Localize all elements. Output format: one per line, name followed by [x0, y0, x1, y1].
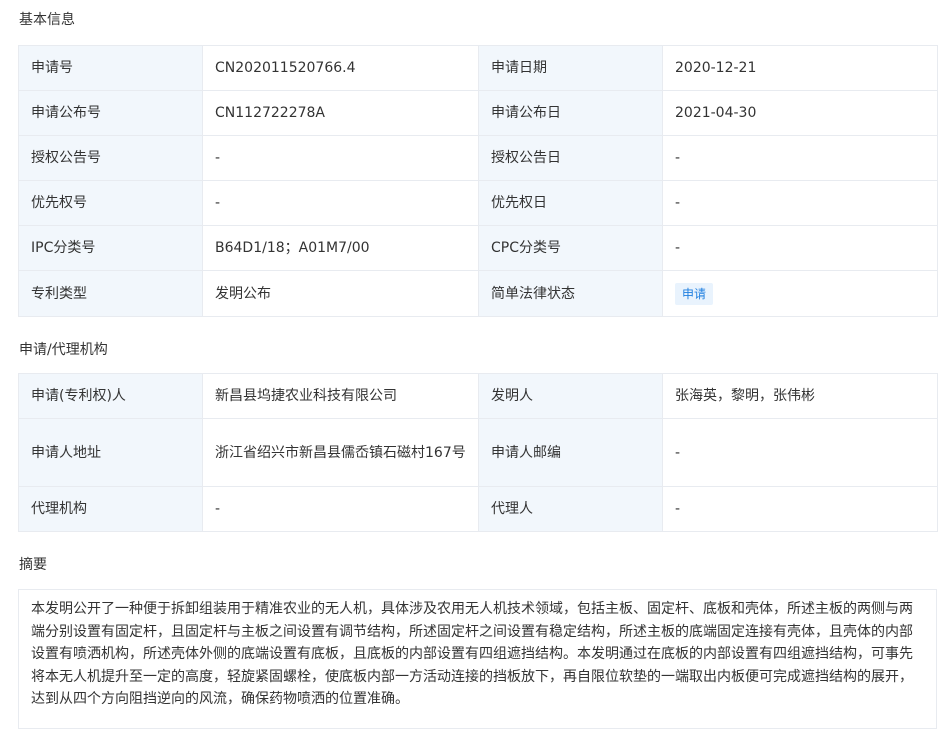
table-row: 代理机构 - 代理人 - — [18, 486, 938, 532]
section-title-agency: 申请/代理机构 — [19, 342, 108, 358]
agent-label: 代理人 — [478, 486, 663, 532]
application-date-label: 申请日期 — [478, 45, 663, 91]
agency-value: - — [202, 486, 479, 532]
applicant-zip-value: - — [662, 418, 938, 487]
legal-status-cell: 申请 — [662, 270, 938, 317]
cpc-class-value: - — [662, 225, 938, 271]
applicant-address-value: 浙江省绍兴市新昌县儒岙镇石磁村167号 — [202, 418, 479, 487]
publication-number-label: 申请公布号 — [18, 90, 203, 136]
table-row: 授权公告号 - 授权公告日 - — [18, 135, 938, 181]
patent-type-label: 专利类型 — [18, 270, 203, 317]
table-row: 申请(专利权)人 新昌县坞捷农业科技有限公司 发明人 张海英，黎明，张伟彬 — [18, 373, 938, 419]
agency-label: 代理机构 — [18, 486, 203, 532]
ipc-class-label: IPC分类号 — [18, 225, 203, 271]
publication-number-value: CN112722278A — [202, 90, 479, 136]
grant-date-label: 授权公告日 — [478, 135, 663, 181]
patent-type-value: 发明公布 — [202, 270, 479, 317]
legal-status-badge: 申请 — [675, 282, 714, 305]
applicant-label: 申请(专利权)人 — [18, 373, 203, 419]
basic-info-table: 申请号 CN202011520766.4 申请日期 2020-12-21 申请公… — [18, 45, 938, 317]
inventor-label: 发明人 — [478, 373, 663, 419]
section-title-abstract: 摘要 — [19, 557, 47, 573]
table-row: 申请人地址 浙江省绍兴市新昌县儒岙镇石磁村167号 申请人邮编 - — [18, 418, 938, 487]
table-row: 优先权号 - 优先权日 - — [18, 180, 938, 226]
applicant-zip-label: 申请人邮编 — [478, 418, 663, 487]
table-row: 申请公布号 CN112722278A 申请公布日 2021-04-30 — [18, 90, 938, 136]
priority-number-value: - — [202, 180, 479, 226]
table-row: 申请号 CN202011520766.4 申请日期 2020-12-21 — [18, 45, 938, 91]
table-row: IPC分类号 B64D1/18；A01M7/00 CPC分类号 - — [18, 225, 938, 271]
cpc-class-label: CPC分类号 — [478, 225, 663, 271]
abstract-text: 本发明公开了一种便于拆卸组装用于精准农业的无人机，具体涉及农用无人机技术领域，包… — [18, 589, 937, 729]
applicant-link[interactable]: 新昌县坞捷农业科技有限公司 — [202, 373, 479, 419]
inventor-value: 张海英，黎明，张伟彬 — [662, 373, 938, 419]
publication-date-label: 申请公布日 — [478, 90, 663, 136]
grant-number-value: - — [202, 135, 479, 181]
grant-date-value: - — [662, 135, 938, 181]
ipc-class-value: B64D1/18；A01M7/00 — [202, 225, 479, 271]
table-row: 专利类型 发明公布 简单法律状态 申请 — [18, 270, 938, 317]
priority-number-label: 优先权号 — [18, 180, 203, 226]
grant-number-label: 授权公告号 — [18, 135, 203, 181]
legal-status-label: 简单法律状态 — [478, 270, 663, 317]
application-number-label: 申请号 — [18, 45, 203, 91]
priority-date-label: 优先权日 — [478, 180, 663, 226]
agency-table: 申请(专利权)人 新昌县坞捷农业科技有限公司 发明人 张海英，黎明，张伟彬 申请… — [18, 373, 938, 532]
application-date-value: 2020-12-21 — [662, 45, 938, 91]
application-number-value: CN202011520766.4 — [202, 45, 479, 91]
agent-value: - — [662, 486, 938, 532]
section-title-basic-info: 基本信息 — [19, 12, 75, 28]
publication-date-value: 2021-04-30 — [662, 90, 938, 136]
priority-date-value: - — [662, 180, 938, 226]
applicant-address-label: 申请人地址 — [18, 418, 203, 487]
